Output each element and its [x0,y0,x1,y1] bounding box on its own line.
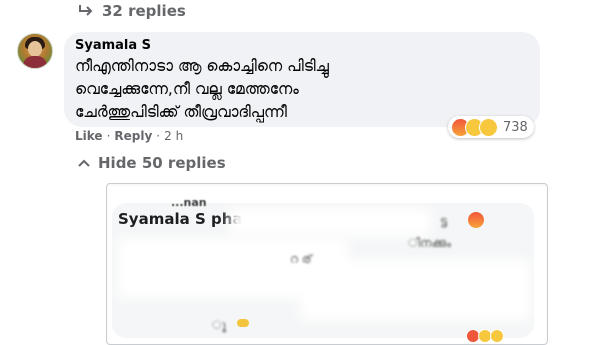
sad-reaction-icon [490,329,504,343]
embedded-reaction-summary [466,329,526,343]
redaction-blur [230,208,430,236]
comment-author[interactable]: Syamala S [75,38,151,53]
redaction-blur [300,260,530,320]
comment-line: നീഎന്തിനാടാ ആ കൊച്ചിനെ പിടിച്ചു [75,57,329,75]
view-replies-link[interactable]: 32 replies [78,0,186,22]
comment-timestamp[interactable]: 2 h [164,129,183,143]
reaction-summary[interactable]: 738 [448,116,534,138]
embedded-author-fragment: ...nan [171,196,207,209]
reply-arrow-icon [79,5,93,16]
comment-actions: Like · Reply · 2 h [75,129,183,143]
embedded-fragment: ട്ട [440,214,448,228]
embedded-fragment: ിനക്കും [408,236,451,250]
view-replies-label: 32 replies [102,2,186,20]
reply-button[interactable]: Reply [114,129,152,143]
comment-text: നീഎന്തിനാടാ ആ കൊച്ചിനെ പിടിച്ചു വെച്ചേക്… [75,55,495,124]
embedded-fragment: റ ര് [290,252,312,266]
angry-reaction-icon [468,212,484,228]
sad-reaction-icon [479,117,498,137]
reaction-count: 738 [503,119,528,135]
separator: · [156,129,161,143]
hide-replies-label: Hide 50 replies [98,154,226,172]
comment-line: ചേർത്തുപിടിക്ക് തീവ്രവാദിപ്പന്നീ [75,103,287,121]
embedded-fragment: ു [212,318,227,332]
like-button[interactable]: Like [75,129,103,143]
avatar[interactable] [17,33,53,69]
hide-replies-link[interactable]: Hide 50 replies [78,153,226,173]
embedded-text-fragment: Syamala S pha [118,210,243,228]
comment-line: വെച്ചേക്കുന്നേ,നീ വല്ല മേത്തനേം [75,80,299,98]
separator: · [106,129,111,143]
emoji-icon [237,319,249,327]
chevron-up-icon [78,159,90,167]
